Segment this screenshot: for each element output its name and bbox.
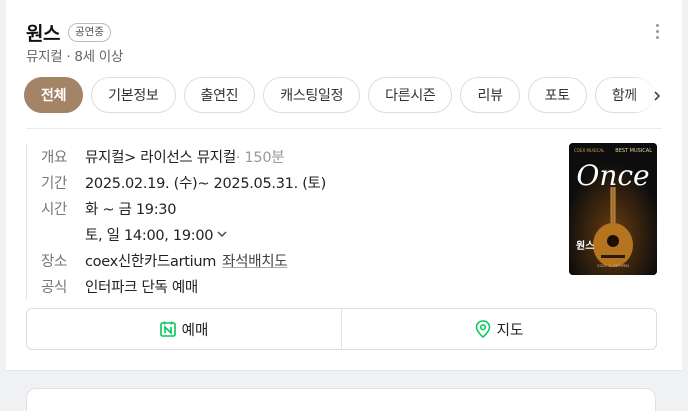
runtime-text: · 150분	[235, 149, 285, 166]
overview-row: 개요 뮤지컬> 라이선스 뮤지컬 · 150분	[41, 143, 326, 169]
more-options-icon[interactable]	[656, 24, 660, 40]
tab-photos[interactable]: 포토	[527, 77, 587, 113]
chevron-right-icon[interactable]	[652, 91, 662, 101]
poster-image[interactable]: COEX MUSICAL BEST MUSICAL Once 원스 2025. …	[569, 143, 657, 275]
book-button[interactable]: 예매	[27, 309, 341, 349]
poster-top-right: BEST MUSICAL	[615, 148, 652, 154]
tab-other-seasons[interactable]: 다른시즌	[368, 77, 453, 113]
tab-bar: 전체 기본정보 출연진 캐스팅일정 다른시즌 리뷰 포토 함께	[24, 77, 670, 115]
next-card	[26, 388, 656, 411]
official-row: 공식 인터파크 단독 예매	[41, 273, 326, 299]
period-value: 2025.02.19. (수)~ 2025.05.31. (토)	[85, 175, 326, 192]
overview-label: 개요	[41, 149, 68, 166]
status-badge: 공연중	[67, 23, 111, 42]
chevron-down-icon[interactable]	[217, 229, 227, 239]
divider	[26, 128, 662, 129]
tab-reviews[interactable]: 리뷰	[460, 77, 520, 113]
tab-casting-schedule[interactable]: 캐스팅일정	[263, 77, 361, 113]
time-row: 시간 화 ~ 금 19:30	[41, 195, 326, 221]
poster-bottom-text: 2025. 2. 19 OPEN	[597, 264, 629, 268]
seat-map-link[interactable]: 좌석배치도	[222, 250, 288, 271]
tab-all[interactable]: 전체	[24, 77, 84, 113]
info-list: 개요 뮤지컬> 라이선스 뮤지컬 · 150분 기간 2025.02.19. (…	[26, 143, 326, 299]
venue-label: 장소	[41, 253, 68, 270]
time-weekday: 화 ~ 금 19:30	[85, 201, 177, 218]
performance-card: 원스 공연중 뮤지컬 · 8세 이상 전체 기본정보 출연진 캐스팅일정 다른시…	[6, 0, 682, 371]
official-link[interactable]: 인터파크 단독 예매	[85, 276, 198, 297]
book-label: 예매	[181, 322, 209, 339]
time-row-weekend: 토, 일 14:00, 19:00	[41, 221, 326, 247]
subtitle: 뮤지컬 · 8세 이상	[26, 49, 123, 65]
action-bar: 예매 지도	[26, 308, 657, 350]
period-label: 기간	[41, 175, 68, 192]
period-row: 기간 2025.02.19. (수)~ 2025.05.31. (토)	[41, 169, 326, 195]
venue-link[interactable]: coex신한카드artium	[85, 250, 216, 271]
tabs-fade	[630, 77, 670, 115]
time-label: 시간	[41, 201, 68, 218]
tab-basic-info[interactable]: 기본정보	[91, 77, 176, 113]
title-row: 원스 공연중	[26, 19, 111, 46]
page-title[interactable]: 원스	[26, 19, 60, 46]
poster-art: COEX MUSICAL BEST MUSICAL Once 원스 2025. …	[569, 143, 657, 275]
map-pin-icon	[475, 320, 490, 338]
genre-link[interactable]: 뮤지컬> 라이선스 뮤지컬	[85, 146, 236, 167]
venue-row: 장소 coex신한카드artium 좌석배치도	[41, 247, 326, 273]
official-label: 공식	[41, 279, 68, 296]
poster-korean-title: 원스	[576, 239, 594, 252]
tab-cast[interactable]: 출연진	[183, 77, 256, 113]
time-weekend: 토, 일 14:00, 19:00	[85, 227, 214, 244]
poster-top-left: COEX MUSICAL	[574, 148, 605, 153]
map-label: 지도	[496, 322, 524, 339]
calendar-naver-icon	[159, 321, 176, 337]
map-button[interactable]: 지도	[341, 309, 656, 349]
